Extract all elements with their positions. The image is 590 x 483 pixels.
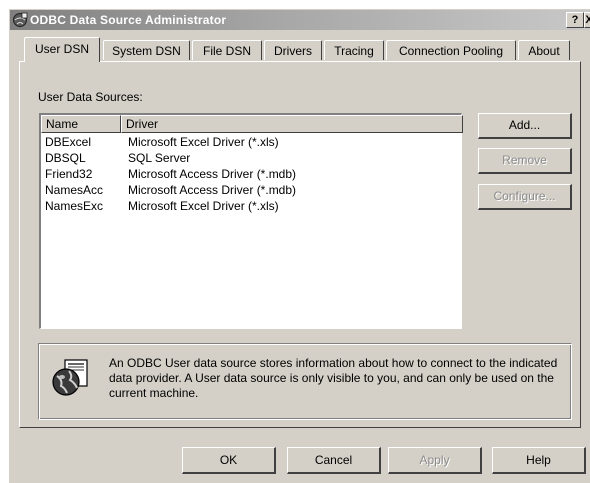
dsn-driver: SQL Server <box>128 151 191 165</box>
dsn-name: NamesAcc <box>45 183 104 197</box>
info-groupbox: An ODBC User data source stores informat… <box>38 343 572 420</box>
tab-file-dsn[interactable]: File DSN <box>192 40 262 60</box>
close-icon[interactable]: X <box>584 12 590 28</box>
list-item[interactable]: Friend32 Microsoft Access Driver (*.mdb) <box>45 166 455 182</box>
dsn-driver: Microsoft Access Driver (*.mdb) <box>128 167 297 181</box>
configure-button[interactable]: Configure... <box>478 184 572 210</box>
tab-label: File DSN <box>202 44 251 58</box>
add-button[interactable]: Add... <box>478 113 572 139</box>
column-header-driver[interactable]: Driver <box>121 115 463 133</box>
tab-drivers[interactable]: Drivers <box>264 40 322 60</box>
list-item[interactable]: DBExcel Microsoft Excel Driver (*.xls) <box>45 134 455 150</box>
ok-button[interactable]: OK <box>182 447 276 474</box>
tab-label: Connection Pooling <box>398 44 504 58</box>
info-description: An ODBC User data source stores informat… <box>109 356 558 400</box>
list-item[interactable]: NamesAcc Microsoft Access Driver (*.mdb) <box>45 182 455 198</box>
dsn-name: DBExcel <box>45 135 92 149</box>
tab-connection-pooling[interactable]: Connection Pooling <box>386 40 516 60</box>
tab-label: About <box>528 44 560 58</box>
window-title: ODBC Data Source Administrator <box>30 13 227 27</box>
remove-button[interactable]: Remove <box>478 148 572 174</box>
column-header-name[interactable]: Name <box>41 115 121 133</box>
list-rows: DBExcel Microsoft Excel Driver (*.xls) D… <box>45 134 455 214</box>
title-bar[interactable]: ODBC Data Source Administrator ? X <box>10 10 590 30</box>
user-data-sources-label: User Data Sources: <box>38 90 143 104</box>
tab-label: Drivers <box>274 44 312 58</box>
tab-label: System DSN <box>112 44 181 58</box>
tab-user-dsn[interactable]: User DSN <box>24 37 100 62</box>
dsn-driver: Microsoft Access Driver (*.mdb) <box>128 183 297 197</box>
help-icon[interactable]: ? <box>566 12 584 28</box>
list-item[interactable]: DBSQL SQL Server <box>45 150 455 166</box>
tab-label: Tracing <box>334 44 374 58</box>
dsn-name: NamesExc <box>45 199 104 213</box>
tab-about[interactable]: About <box>518 40 570 60</box>
cancel-button[interactable]: Cancel <box>287 447 381 474</box>
tab-system-dsn[interactable]: System DSN <box>103 40 190 60</box>
list-header: Name Driver <box>41 115 463 133</box>
odbc-app-icon <box>13 12 28 27</box>
dsn-name: DBSQL <box>45 151 86 165</box>
odbc-globe-icon <box>52 359 88 396</box>
tab-label: User DSN <box>34 42 89 56</box>
user-data-sources-list[interactable]: Name Driver DBExcel Microsoft Excel Driv… <box>39 113 463 329</box>
dsn-name: Friend32 <box>45 167 93 181</box>
dsn-driver: Microsoft Excel Driver (*.xls) <box>128 135 279 149</box>
dsn-driver: Microsoft Excel Driver (*.xls) <box>128 199 279 213</box>
apply-button[interactable]: Apply <box>388 447 482 474</box>
list-item[interactable]: NamesExc Microsoft Excel Driver (*.xls) <box>45 198 455 214</box>
help-button[interactable]: Help <box>492 447 586 474</box>
tab-tracing[interactable]: Tracing <box>324 40 384 60</box>
